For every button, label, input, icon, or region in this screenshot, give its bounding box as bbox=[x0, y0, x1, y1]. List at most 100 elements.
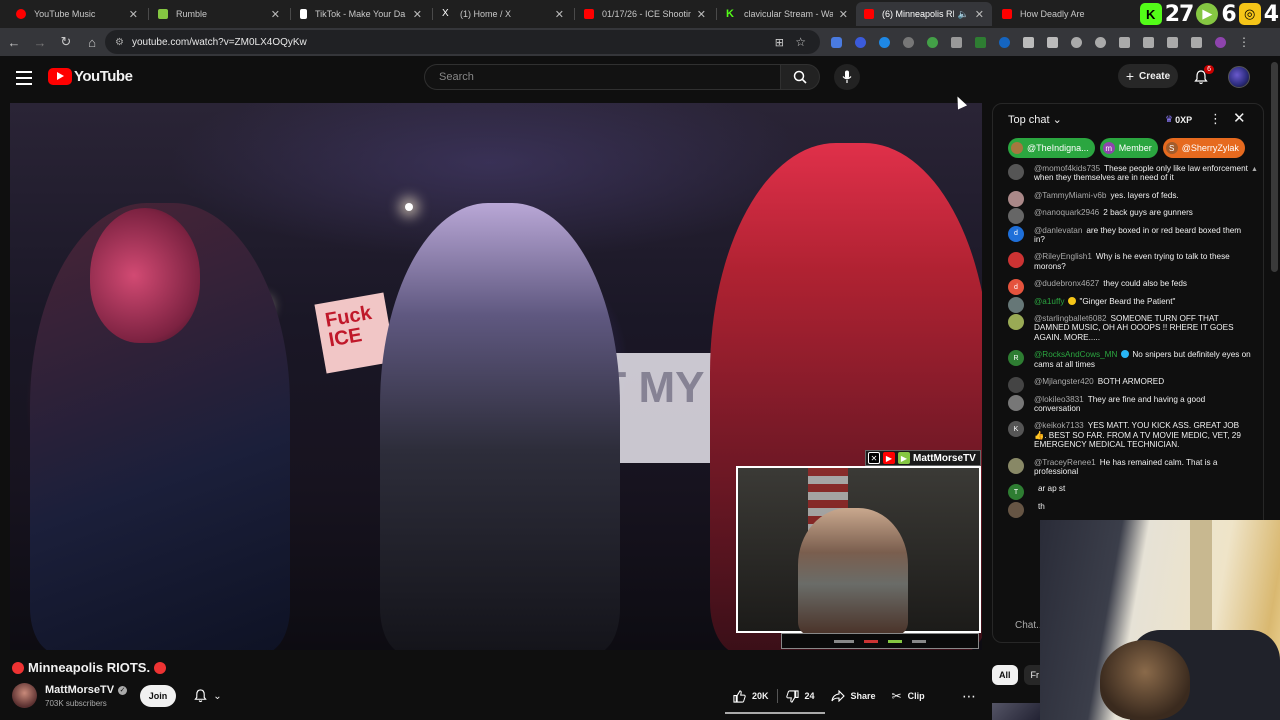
other-viewer-count: 4 bbox=[1263, 1, 1279, 27]
pinned-chatters: @TheIndigna... m Member S @SherryZylak bbox=[1008, 138, 1263, 158]
video-title: Minneapolis RIOTS. bbox=[12, 660, 167, 675]
search-input[interactable] bbox=[424, 64, 781, 90]
pinned-chatter[interactable]: S @SherryZylak bbox=[1162, 138, 1245, 158]
voice-search-button[interactable] bbox=[834, 64, 860, 90]
extension-icon[interactable] bbox=[874, 32, 894, 52]
close-icon[interactable]: ✕ bbox=[975, 8, 984, 21]
like-dislike-group: 20K 24 bbox=[725, 685, 823, 707]
youtube-favicon-icon bbox=[1002, 9, 1012, 19]
rumble-icon: ▶ bbox=[898, 452, 910, 464]
browser-menu-icon[interactable]: ⋮ bbox=[1234, 32, 1254, 52]
speaker-icon[interactable]: 🔈 bbox=[958, 9, 969, 20]
chat-menu-icon[interactable]: ⋮ bbox=[1209, 111, 1222, 127]
share-button[interactable]: Share bbox=[823, 685, 884, 707]
profile-avatar-icon[interactable] bbox=[1210, 32, 1230, 52]
scissors-icon: ✂ bbox=[891, 689, 902, 703]
site-info-icon[interactable]: ⚙ bbox=[115, 37, 124, 48]
join-button[interactable]: Join bbox=[140, 685, 176, 707]
puzzle-icon[interactable] bbox=[1042, 32, 1062, 52]
create-button[interactable]: + Create bbox=[1118, 64, 1178, 88]
browser-tab-active[interactable]: (6) Minneapolis RI 🔈 ✕ bbox=[856, 2, 992, 26]
like-button[interactable]: 20K bbox=[725, 685, 777, 707]
close-icon[interactable]: ✕ bbox=[697, 8, 706, 21]
thumbs-down-icon bbox=[785, 689, 799, 703]
close-icon[interactable]: ✕ bbox=[271, 8, 280, 21]
browser-tab[interactable]: 01/17/26 - ICE Shooting P✕ bbox=[576, 2, 714, 26]
avatar bbox=[1008, 377, 1024, 394]
avatar: K bbox=[1008, 421, 1024, 438]
forward-arrow-icon[interactable]: → bbox=[28, 30, 52, 54]
extension-icon[interactable] bbox=[922, 32, 942, 52]
install-app-icon[interactable]: ⊞ bbox=[775, 36, 784, 49]
extension-icon[interactable] bbox=[970, 32, 990, 52]
youtube-logo[interactable]: YouTube bbox=[48, 68, 133, 85]
reload-icon[interactable]: ↻ bbox=[54, 30, 78, 54]
search-button[interactable] bbox=[780, 64, 820, 90]
extension-icon[interactable] bbox=[1090, 32, 1110, 52]
youtube-favicon-icon bbox=[584, 9, 594, 19]
page-scrollbar[interactable] bbox=[1271, 62, 1278, 272]
dislike-button[interactable]: 24 bbox=[778, 685, 823, 707]
search-icon bbox=[793, 70, 807, 84]
account-avatar[interactable] bbox=[1228, 66, 1250, 88]
extensions-bar: ⋮ bbox=[826, 32, 1254, 52]
recommended-video-thumbnail[interactable] bbox=[992, 703, 1040, 720]
avatar bbox=[1008, 164, 1024, 180]
close-icon[interactable]: ✕ bbox=[413, 8, 422, 21]
door-frame bbox=[1190, 520, 1212, 630]
channel-avatar[interactable] bbox=[12, 683, 37, 708]
subscription-notification-button[interactable]: ⌄ bbox=[186, 685, 230, 707]
avatar bbox=[1008, 296, 1024, 313]
back-arrow-icon[interactable]: ← bbox=[2, 30, 26, 54]
kick-viewer-count: 27 bbox=[1164, 1, 1195, 27]
avatar bbox=[1008, 501, 1024, 518]
crown-icon: ♛ bbox=[1165, 114, 1174, 124]
side-panel-icon[interactable] bbox=[1162, 32, 1182, 52]
youtube-favicon-icon bbox=[864, 9, 874, 19]
chat-message: K @keikok7133 YES MATT. YOU KICK ASS. GREA… bbox=[1008, 421, 1253, 449]
chip-all[interactable]: All bbox=[992, 665, 1018, 685]
extension-icon[interactable] bbox=[826, 32, 846, 52]
streetlight bbox=[405, 203, 413, 211]
bell-icon bbox=[194, 689, 208, 703]
menu-icon[interactable] bbox=[12, 66, 36, 90]
chat-message: @a1uffy "Ginger Beard the Patient" bbox=[1008, 296, 1253, 313]
browser-tab[interactable]: Kclavicular Stream - Watch✕ bbox=[718, 2, 856, 26]
extension-icon[interactable] bbox=[850, 32, 870, 52]
browser-tab[interactable]: TikTok - Make Your Da ✕ bbox=[292, 2, 430, 26]
history-icon[interactable] bbox=[1066, 32, 1086, 52]
code-icon[interactable] bbox=[1114, 32, 1134, 52]
rumble-viewer-count: 6 bbox=[1221, 1, 1236, 27]
close-icon[interactable]: ✕ bbox=[129, 8, 138, 21]
extension-icon[interactable] bbox=[994, 32, 1014, 52]
channel-name[interactable]: MattMorseTV ✓ bbox=[45, 684, 128, 696]
chat-mode-dropdown[interactable]: Top chat ⌄ bbox=[1008, 113, 1062, 127]
chat-message: d @danlevatan are they boxed in or red bea… bbox=[1008, 225, 1253, 245]
extension-icon[interactable] bbox=[946, 32, 966, 52]
pinned-chatter[interactable]: @TheIndigna... bbox=[1008, 138, 1095, 158]
pinned-chatter[interactable]: m Member bbox=[1099, 138, 1158, 158]
notifications-button[interactable]: 6 bbox=[1188, 64, 1214, 90]
extension-icon[interactable] bbox=[1138, 32, 1158, 52]
close-icon[interactable]: ✕ bbox=[1233, 109, 1246, 127]
extension-icon[interactable] bbox=[1018, 32, 1038, 52]
video-player[interactable]: Fuck ICE ET MY ✕ ▶ ▶ MattMorseTV bbox=[10, 103, 982, 650]
extension-icon[interactable] bbox=[898, 32, 918, 52]
bookmark-star-icon[interactable]: ☆ bbox=[795, 35, 806, 49]
person-middle bbox=[380, 203, 620, 650]
browser-tab[interactable]: X (1) Home / X ✕ bbox=[434, 2, 572, 26]
browser-tab[interactable]: Rumble ✕ bbox=[150, 2, 288, 26]
close-icon[interactable]: ✕ bbox=[839, 8, 848, 21]
address-bar[interactable]: ⚙ youtube.com/watch?v=ZM0LX4OQyKw ⊞ ☆ bbox=[105, 30, 820, 54]
home-icon[interactable]: ⌂ bbox=[80, 30, 104, 54]
browser-tab[interactable]: YouTube Music ✕ bbox=[8, 2, 146, 26]
close-icon[interactable]: ✕ bbox=[555, 8, 564, 21]
extension-icon[interactable] bbox=[1186, 32, 1206, 52]
kick-icon: K bbox=[1139, 3, 1162, 25]
xp-badge[interactable]: ♛ 0XP bbox=[1165, 114, 1192, 125]
chat-message: @RileyEnglish1 Why is he even trying to t… bbox=[1008, 252, 1253, 271]
browser-tab-strip: YouTube Music ✕ Rumble ✕ TikTok - Make You… bbox=[0, 0, 1280, 28]
clip-button[interactable]: ✂ Clip bbox=[884, 685, 933, 707]
browser-tab[interactable]: How Deadly Are Milit bbox=[994, 2, 1094, 26]
more-actions-button[interactable]: ⋯ bbox=[958, 685, 980, 707]
